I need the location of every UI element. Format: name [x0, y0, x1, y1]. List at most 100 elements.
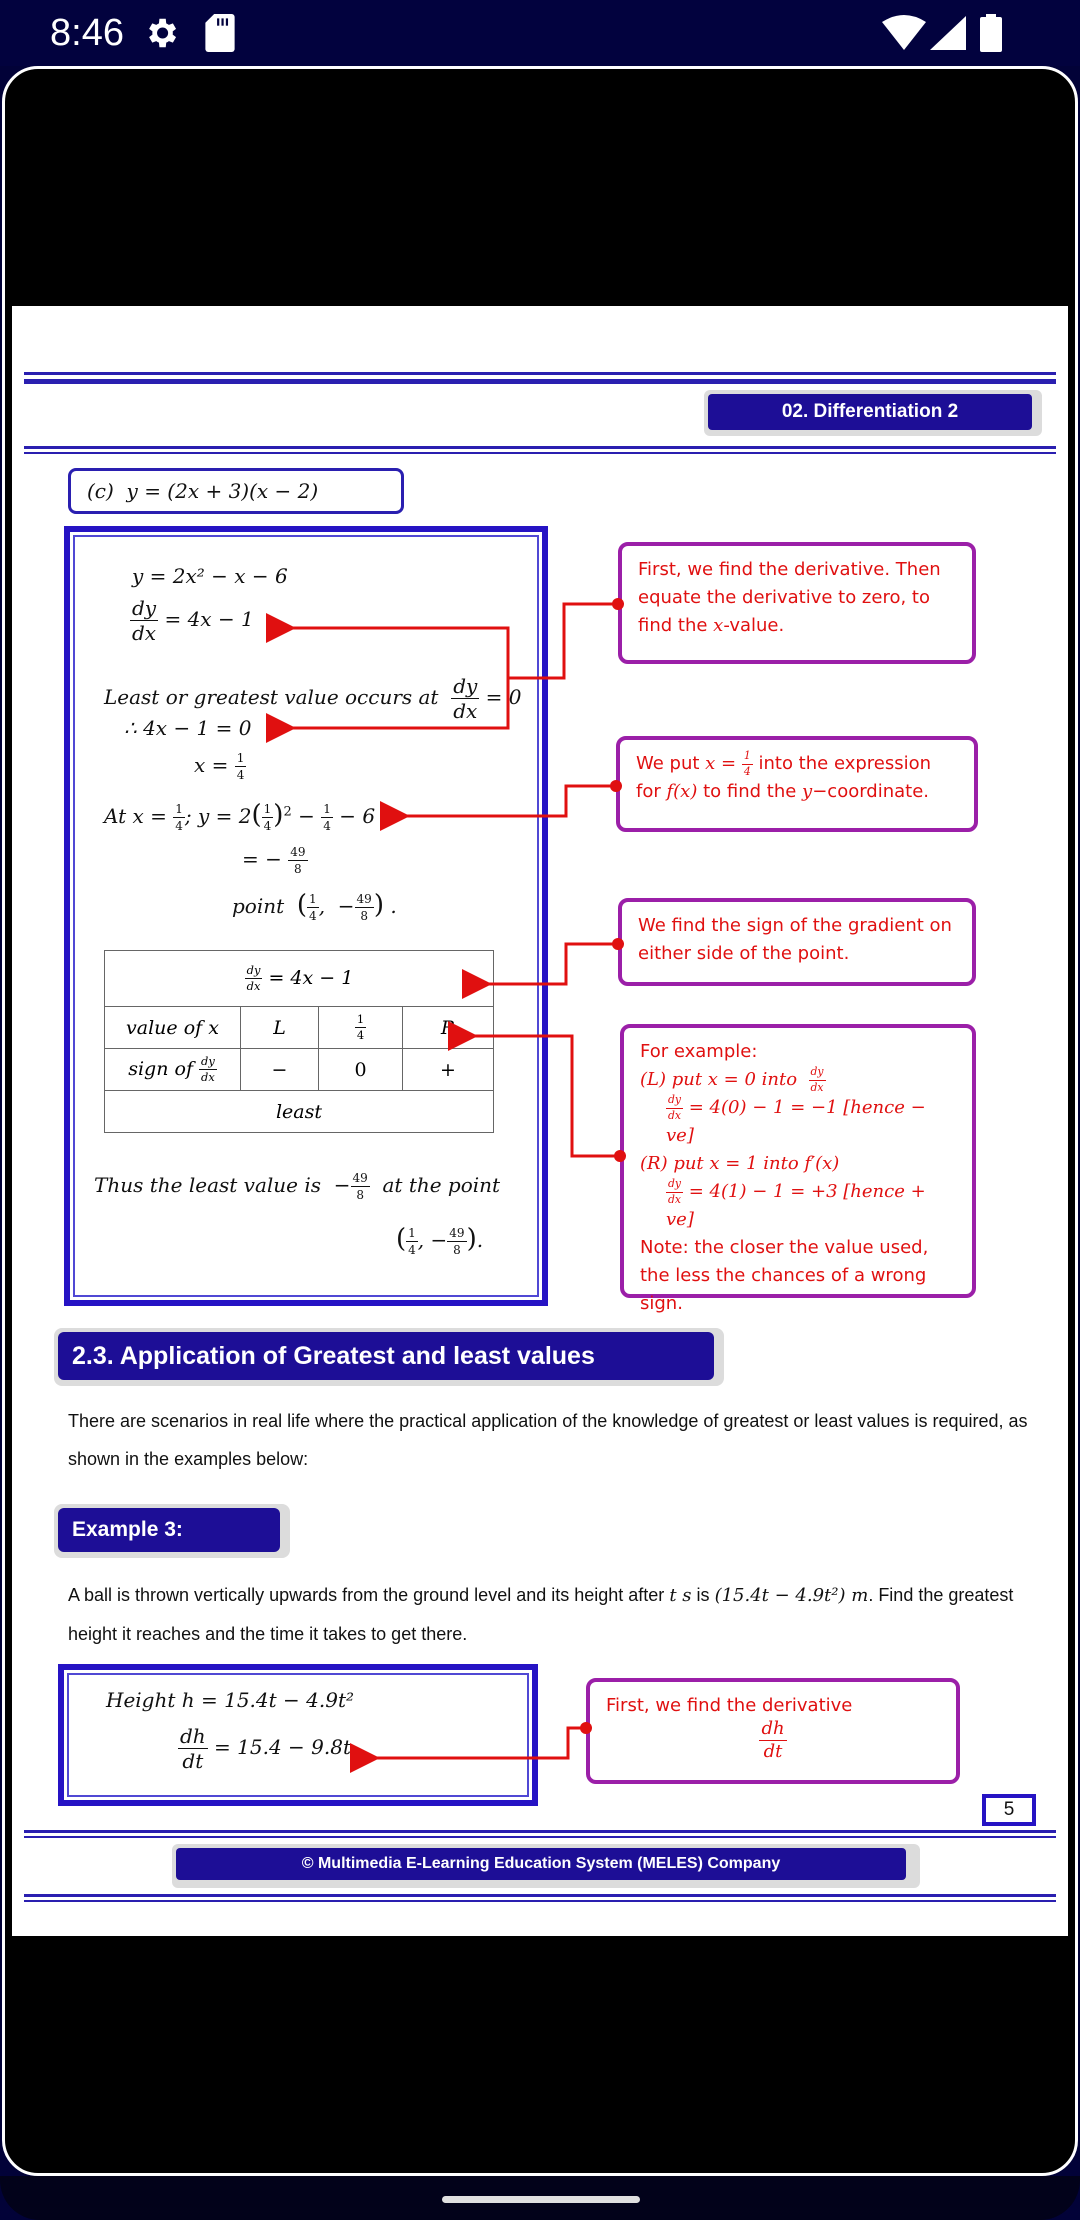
frac-den: 4: [323, 819, 331, 833]
section-title: 2.3. Application of Greatest and least v…: [58, 1332, 714, 1380]
note-example: For example: (L) put x = 0 into dy dx dy d…: [620, 1024, 976, 1314]
point-label: point: [232, 894, 285, 918]
frac-num: 49: [354, 892, 374, 908]
note-var: x: [713, 615, 724, 636]
frac-den: 8: [294, 862, 302, 876]
note-text: −coordinate.: [812, 781, 930, 802]
document-page[interactable]: 02. Differentiation 2 (c) y = (2x + 3)(x…: [12, 306, 1068, 1936]
note-line-r-calc: dy dx = 4(1) − 1 = +3 [hence + ve]: [666, 1176, 926, 1230]
working-line-5: x = 14: [194, 751, 247, 782]
sign-of-label: sign of: [128, 1057, 193, 1080]
at-x-label: At x =: [104, 804, 167, 828]
note-text: We find the sign of the gradient on eith…: [638, 915, 952, 964]
footer-tab: © Multimedia E-Learning Education System…: [172, 1844, 920, 1888]
minus-six: − 6: [339, 804, 376, 828]
home-gesture-handle[interactable]: [442, 2196, 640, 2203]
stationary-condition-text: Least or greatest value occurs at: [104, 685, 439, 709]
table-cell: +: [402, 1048, 494, 1091]
note-line-r: (R) put x = 1 into f′(x): [640, 1153, 840, 1174]
status-time: 8:46: [50, 12, 124, 54]
dt-denominator: dt: [182, 1749, 204, 1773]
table-row: value of x L 14 R: [104, 1006, 494, 1049]
frac-den: 4: [309, 909, 317, 923]
derivative-rhs: = 4x − 1: [164, 607, 254, 631]
note-line-l: (L) put x = 0 into dy dx: [640, 1064, 826, 1094]
table-cell: −: [240, 1048, 319, 1091]
section-heading: 2.3. Application of Greatest and least v…: [54, 1328, 724, 1386]
conclusion-point: (1 4, −49 8).: [396, 1224, 484, 1257]
note-line-l-calc: dy dx = 4(0) − 1 = −1 [hence − ve]: [666, 1092, 926, 1146]
example-derivative-rhs: = 15.4 − 9.8t: [214, 1735, 352, 1759]
minus-sign: −: [298, 804, 315, 828]
chapter-tab: 02. Differentiation 2: [704, 390, 1042, 436]
example-line-1: Height h = 15.4t − 4.9t²: [106, 1688, 355, 1712]
footer-divider: [24, 1830, 1056, 1838]
status-bar: 8:46: [0, 0, 1080, 66]
table-row: sign of dy dx − 0 +: [104, 1048, 494, 1091]
table-cell: sign of dy dx: [104, 1048, 241, 1091]
frac-num: 1: [307, 892, 319, 908]
dx-denominator: dx: [132, 621, 157, 645]
dx-denominator: dx: [453, 699, 478, 723]
frac-num: 49: [350, 1171, 370, 1187]
frac-den: 4: [263, 819, 272, 833]
x-equals: x =: [194, 753, 229, 777]
table-cell: 14: [318, 1006, 403, 1049]
table-cell: 0: [318, 1048, 403, 1091]
question-expression: (15.4t − 4.9t²) m: [714, 1585, 869, 1606]
section-intro: There are scenarios in real life where t…: [68, 1411, 1028, 1469]
note-substitute-x: We put x = 14 into the expression for f(…: [616, 736, 978, 832]
dt-denominator: dt: [763, 1741, 783, 1762]
working-line-7: = − 49 8: [242, 846, 308, 875]
conclusion-tail: at the point: [382, 1173, 501, 1197]
frac-den: 4: [236, 768, 245, 782]
table-cell: value of x: [104, 1006, 241, 1049]
working-line-point: point (1 4, −49 8) .: [232, 890, 397, 923]
dy-numerator: dy: [199, 1055, 217, 1070]
table-derivative: = 4x − 1: [268, 966, 354, 989]
note-line-text: = 4(0) − 1 = −1 [hence − ve]: [666, 1097, 926, 1146]
problem-label: (c): [87, 479, 114, 503]
note-gradient-sign: We find the sign of the gradient on eith…: [618, 898, 976, 986]
note-var: y: [802, 781, 813, 802]
header-divider: [24, 372, 1056, 384]
frac-num: 1: [741, 750, 753, 765]
note-title: For example:: [640, 1041, 758, 1062]
battery-icon: [980, 14, 1002, 56]
frac-num: 1: [406, 1226, 418, 1242]
frac-num: 1: [234, 751, 247, 767]
equals-minus: = −: [242, 847, 282, 871]
dx-denominator: dx: [246, 979, 261, 993]
note-text: First, we find the derivative: [606, 1695, 853, 1716]
note-find-derivative: First, we find the derivative. Then equa…: [618, 542, 976, 664]
page-number: 5: [982, 1794, 1036, 1826]
frac-num: 1: [321, 802, 333, 818]
question-text: A ball is thrown vertically upwards from…: [68, 1585, 665, 1605]
working-line-1: y = 2x² − x − 6: [132, 564, 288, 588]
question-var: t s: [669, 1585, 692, 1606]
frac-num: 1: [173, 802, 185, 818]
table-header-cell: dy dx = 4x − 1: [104, 950, 494, 1007]
equals-zero: = 0: [485, 685, 522, 709]
question-text: is: [696, 1585, 710, 1605]
dh-numerator: dh: [178, 1724, 208, 1749]
gear-icon: [142, 14, 180, 56]
signal-icon: [930, 16, 966, 54]
table-cell: L: [240, 1006, 319, 1049]
working-line-4: ∴ 4x − 1 = 0: [124, 716, 252, 740]
problem-equation: y = (2x + 3)(x − 2): [126, 479, 319, 503]
dy-numerator: dy: [244, 964, 263, 979]
working-line-6: At x = 1 4; y = 2(1 4)2 − 14 − 6: [104, 800, 376, 833]
footer-divider-lower: [24, 1894, 1056, 1902]
frac-num: 1: [261, 802, 274, 818]
chapter-title: 02. Differentiation 2: [708, 394, 1032, 430]
copyright-text: © Multimedia E-Learning Education System…: [176, 1848, 906, 1880]
working-line-2: dy dx = 4x − 1: [130, 598, 254, 643]
note-line-text: (L) put x = 0 into: [640, 1069, 798, 1090]
example-heading: Example 3:: [54, 1504, 290, 1558]
dy-numerator: dy: [130, 596, 159, 621]
note-text-end: -value.: [723, 615, 785, 636]
note-example-derivative: First, we find the derivative dh dt: [586, 1678, 960, 1784]
frac-den: 4: [743, 764, 751, 778]
note-fx: f(x): [666, 781, 698, 802]
